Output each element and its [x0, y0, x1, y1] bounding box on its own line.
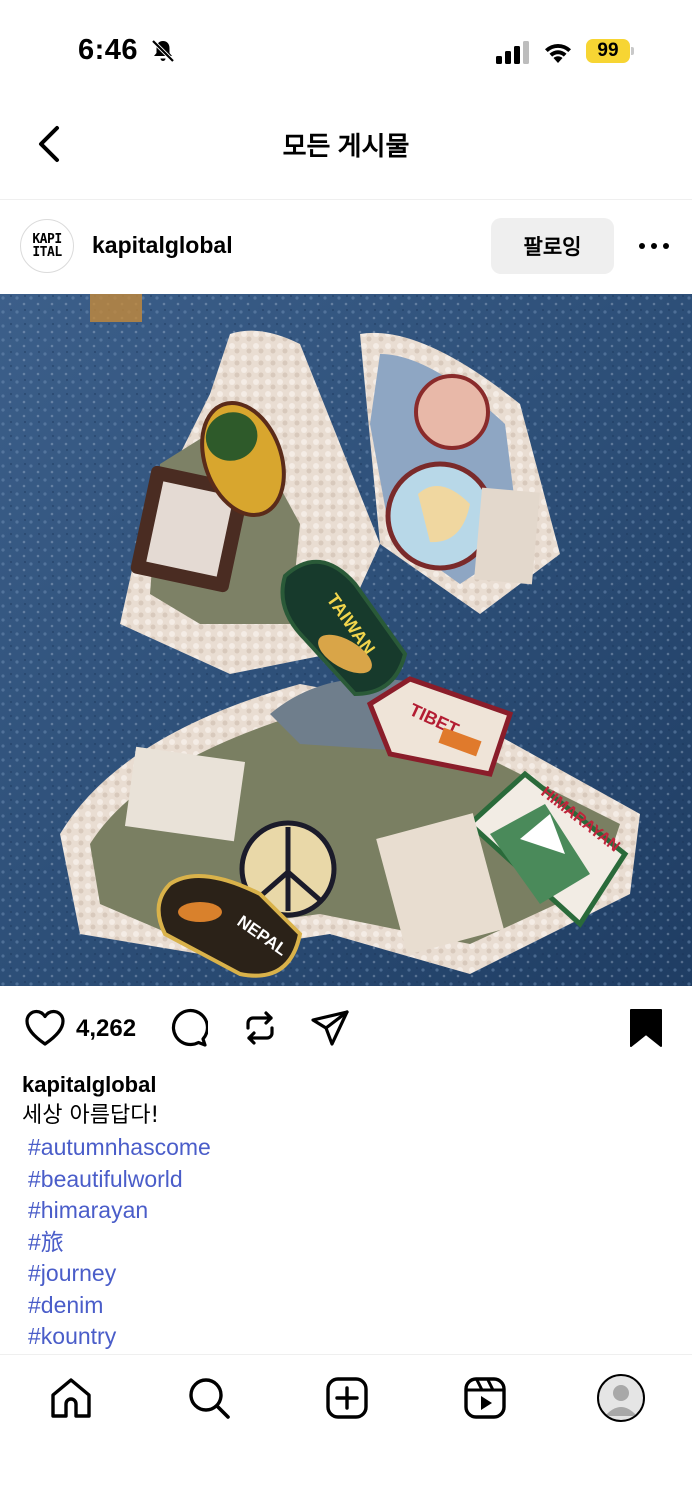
status-time: 6:46 [78, 34, 139, 66]
repost-icon[interactable] [240, 1008, 280, 1048]
post-actions: 4,262 [0, 1000, 692, 1058]
ellipsis-icon[interactable] [638, 236, 670, 256]
battery-icon: 99 [586, 39, 634, 63]
profile-avatar-glyph [605, 1385, 637, 1416]
page-title: 모든 게시물 [282, 131, 410, 161]
scarf-photo: TAIWAN TIBET HIMARAYAN NEPAL [0, 294, 692, 986]
hashtag-link[interactable]: #旅 [22, 1227, 672, 1259]
hashtag-link[interactable]: #denim [22, 1290, 672, 1322]
bottom-tab-bar [0, 1354, 692, 1500]
search-icon[interactable] [186, 1375, 232, 1421]
avatar[interactable]: KAPI ITAL [20, 219, 74, 273]
hashtag-link[interactable]: #beautifulworld [22, 1164, 672, 1196]
hashtag-link[interactable]: #autumnhascome [22, 1132, 672, 1164]
cellular-signal-icon [496, 41, 529, 64]
battery-level: 99 [597, 40, 619, 61]
hashtag-link[interactable]: #kountry [22, 1321, 672, 1353]
like-count[interactable]: 4,262 [76, 1015, 136, 1043]
comment-icon[interactable] [168, 1008, 208, 1048]
bell-slash-icon [151, 39, 175, 63]
wifi-icon [545, 43, 571, 63]
status-bar: 6:46 99 [0, 0, 692, 100]
hashtag-link[interactable]: #himarayan [22, 1195, 672, 1227]
nav-header: 모든 게시물 [0, 100, 692, 200]
post-header: KAPI ITAL kapitalglobal 팔로잉 [0, 200, 692, 294]
bookmark-icon[interactable] [626, 1008, 666, 1048]
caption: kapitalglobal 세상 아름답다! #autumnhascome #b… [22, 1070, 672, 1353]
following-button[interactable]: 팔로잉 [491, 218, 614, 274]
caption-username[interactable]: kapitalglobal [22, 1070, 672, 1100]
reels-icon[interactable] [462, 1375, 508, 1421]
heart-icon[interactable] [24, 1008, 66, 1048]
avatar-logo: KAPI ITAL [32, 232, 62, 260]
home-icon[interactable] [48, 1375, 94, 1421]
post-username[interactable]: kapitalglobal [92, 232, 233, 259]
share-icon[interactable] [310, 1008, 350, 1048]
post-image[interactable]: TAIWAN TIBET HIMARAYAN NEPAL [0, 294, 692, 986]
profile-icon[interactable] [597, 1374, 645, 1422]
caption-text: 세상 아름답다! [22, 1103, 160, 1128]
hashtag-link[interactable]: #journey [22, 1258, 672, 1290]
create-icon[interactable] [324, 1375, 370, 1421]
